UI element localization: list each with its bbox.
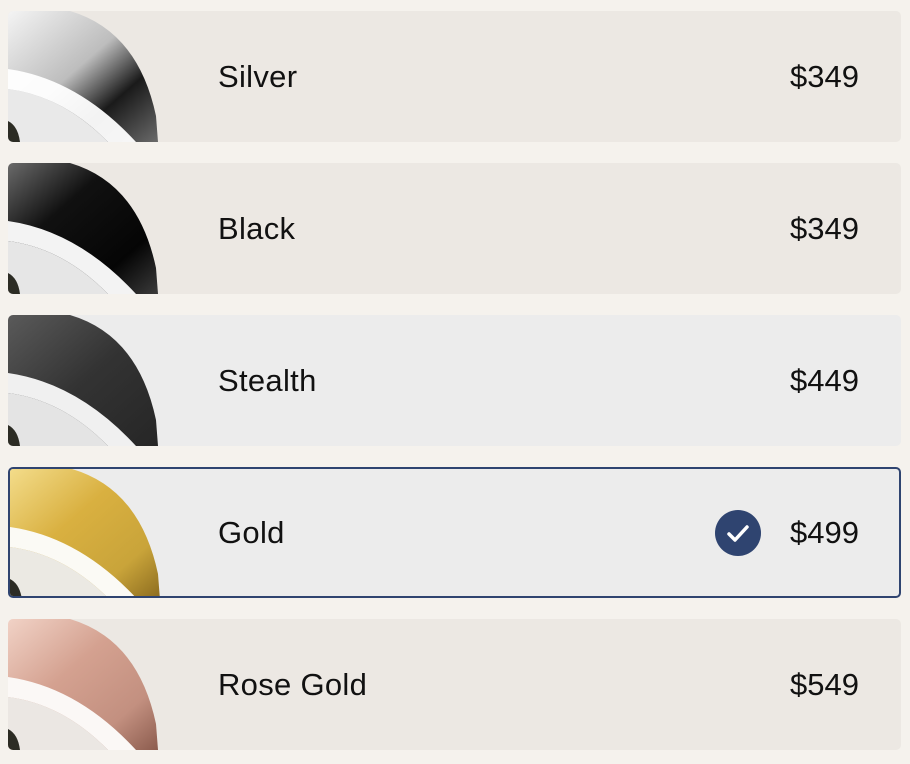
option-rose-gold[interactable]: Rose Gold $549: [8, 619, 901, 750]
check-circle-icon: [715, 509, 761, 556]
ring-stealth-image: [8, 315, 158, 446]
ring-silver-image: [8, 11, 158, 142]
option-stealth[interactable]: Stealth $449: [8, 315, 901, 446]
ring-black-image: [8, 163, 158, 294]
option-label: Rose Gold: [218, 666, 368, 702]
ring-gold-image: [10, 469, 160, 596]
option-price: $349: [790, 58, 859, 94]
option-price: $449: [790, 362, 859, 398]
option-price: $349: [790, 210, 859, 246]
option-gold[interactable]: Gold $499: [8, 467, 901, 598]
option-black[interactable]: Black $349: [8, 163, 901, 294]
option-label: Silver: [218, 58, 298, 94]
ring-finish-options: Silver $349 Black $349 Stealth $449 Gold…: [0, 0, 910, 764]
option-silver[interactable]: Silver $349: [8, 11, 901, 142]
option-label: Black: [218, 210, 296, 246]
option-price: $499: [790, 514, 859, 550]
ring-rose-gold-image: [8, 619, 158, 750]
option-label: Gold: [218, 514, 285, 550]
option-label: Stealth: [218, 362, 317, 398]
option-price: $549: [790, 666, 859, 702]
